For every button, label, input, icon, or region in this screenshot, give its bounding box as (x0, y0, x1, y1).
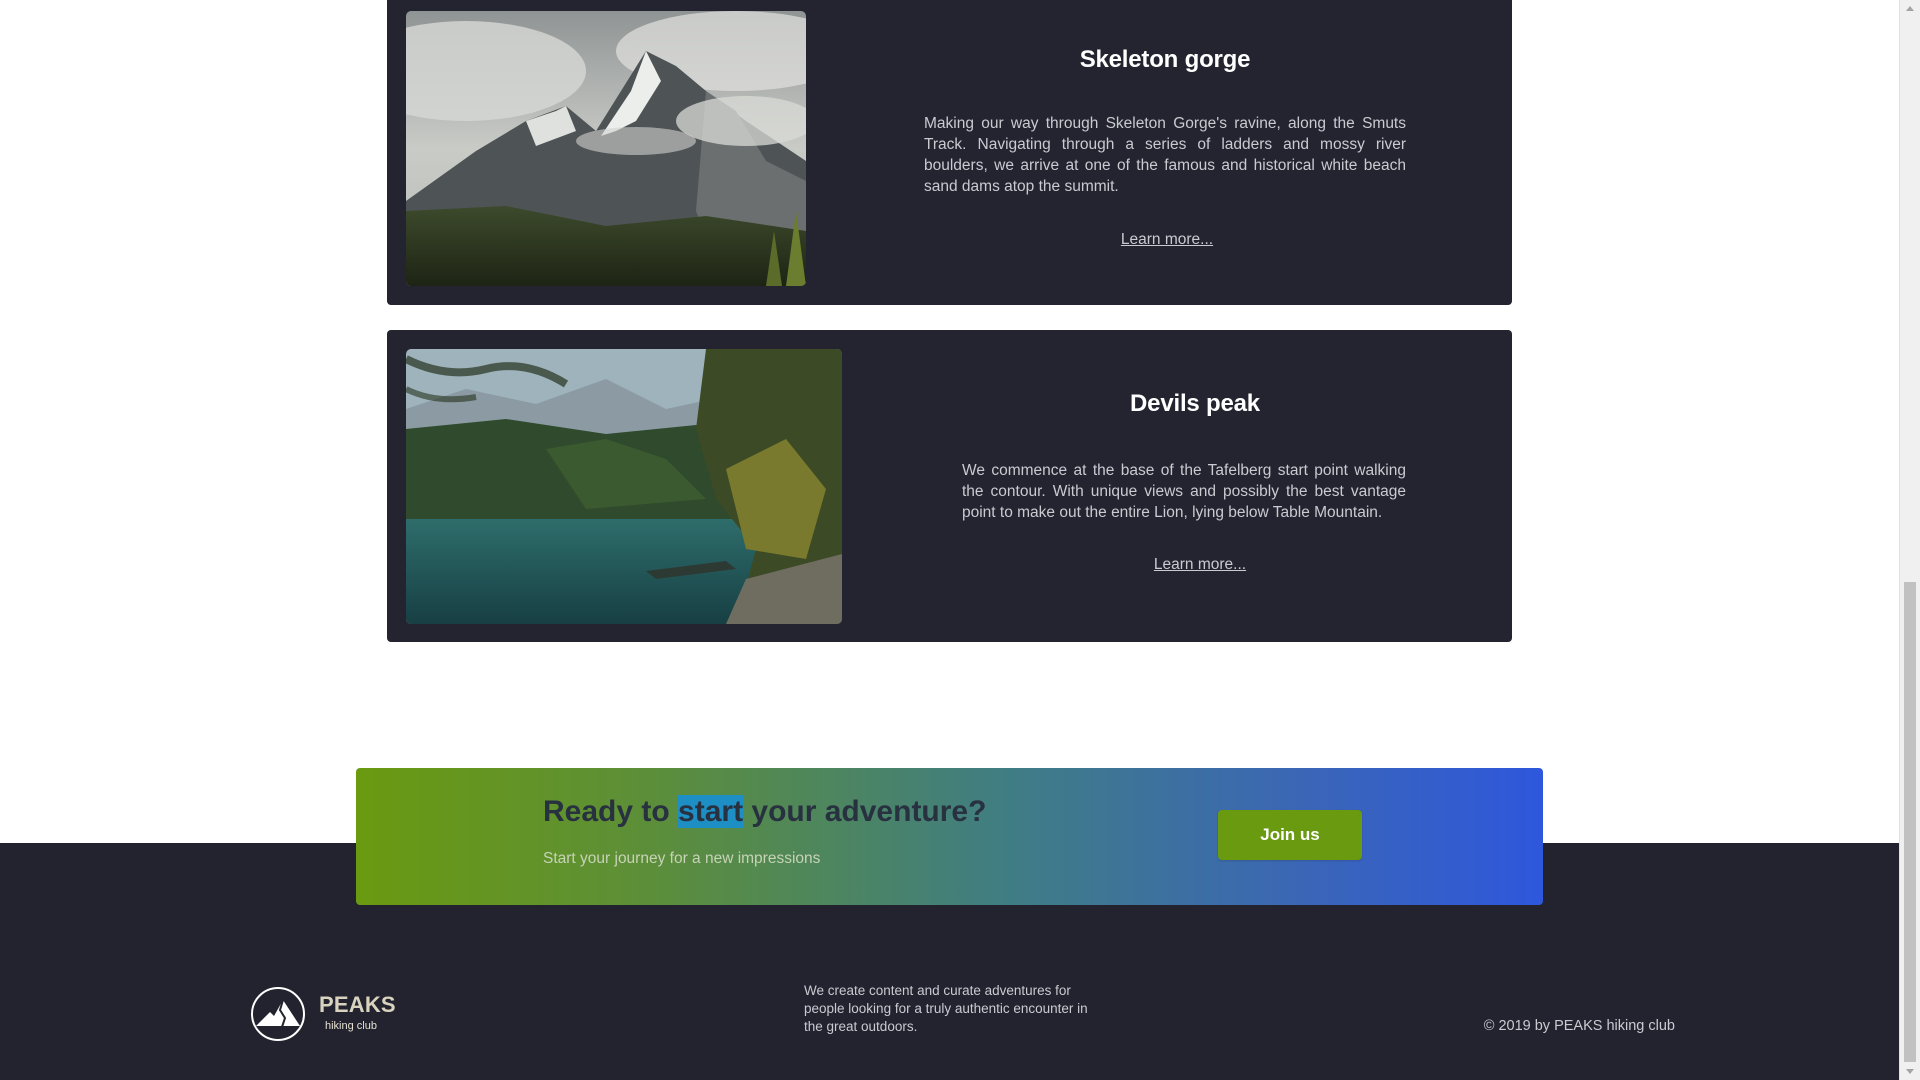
card-title: Skeleton gorge (1079, 46, 1251, 73)
cta-headline-before: Ready to (543, 795, 679, 828)
footer-brand: PEAKS hiking club (319, 992, 396, 1032)
footer-copyright: © 2019 by PEAKS hiking club (1483, 1018, 1675, 1034)
cta-banner: Ready to start your adventure? Start you… (356, 768, 1543, 905)
brand-tagline: hiking club (325, 1020, 377, 1032)
card-description: Making our way through Skeleton Gorge's … (924, 115, 1406, 195)
cta-subtitle: Start your journey for a new impressions (543, 850, 821, 867)
card-description: We commence at the base of the Tafelberg… (962, 462, 1406, 521)
cta-headline-highlight: start (678, 795, 744, 828)
mountain-logo-icon[interactable] (250, 986, 306, 1042)
scroll-up-arrow-icon[interactable] (1906, 6, 1914, 11)
join-us-button[interactable]: Join us (1218, 810, 1362, 860)
footer-about-text: We create content and curate adventures … (804, 983, 1088, 1034)
trail-photo-lake (406, 349, 842, 624)
card-title: Devils peak (1130, 390, 1260, 417)
learn-more-link[interactable]: Learn more... (1087, 231, 1247, 249)
scroll-down-arrow-icon[interactable] (1906, 1069, 1914, 1074)
learn-more-link[interactable]: Learn more... (1120, 556, 1280, 574)
trail-photo-mountain (406, 11, 806, 286)
cta-headline: Ready to start your adventure? (543, 795, 986, 829)
trail-card-skeleton-gorge: Skeleton gorge Making our way through Sk… (387, 0, 1512, 305)
page-scrollbar[interactable] (1899, 0, 1920, 1080)
brand-name: PEAKS (319, 992, 396, 1017)
scrollbar-thumb[interactable] (1904, 582, 1916, 1062)
trail-card-devils-peak: Devils peak We commence at the base of t… (387, 330, 1512, 642)
cta-headline-after: your adventure? (743, 795, 987, 828)
